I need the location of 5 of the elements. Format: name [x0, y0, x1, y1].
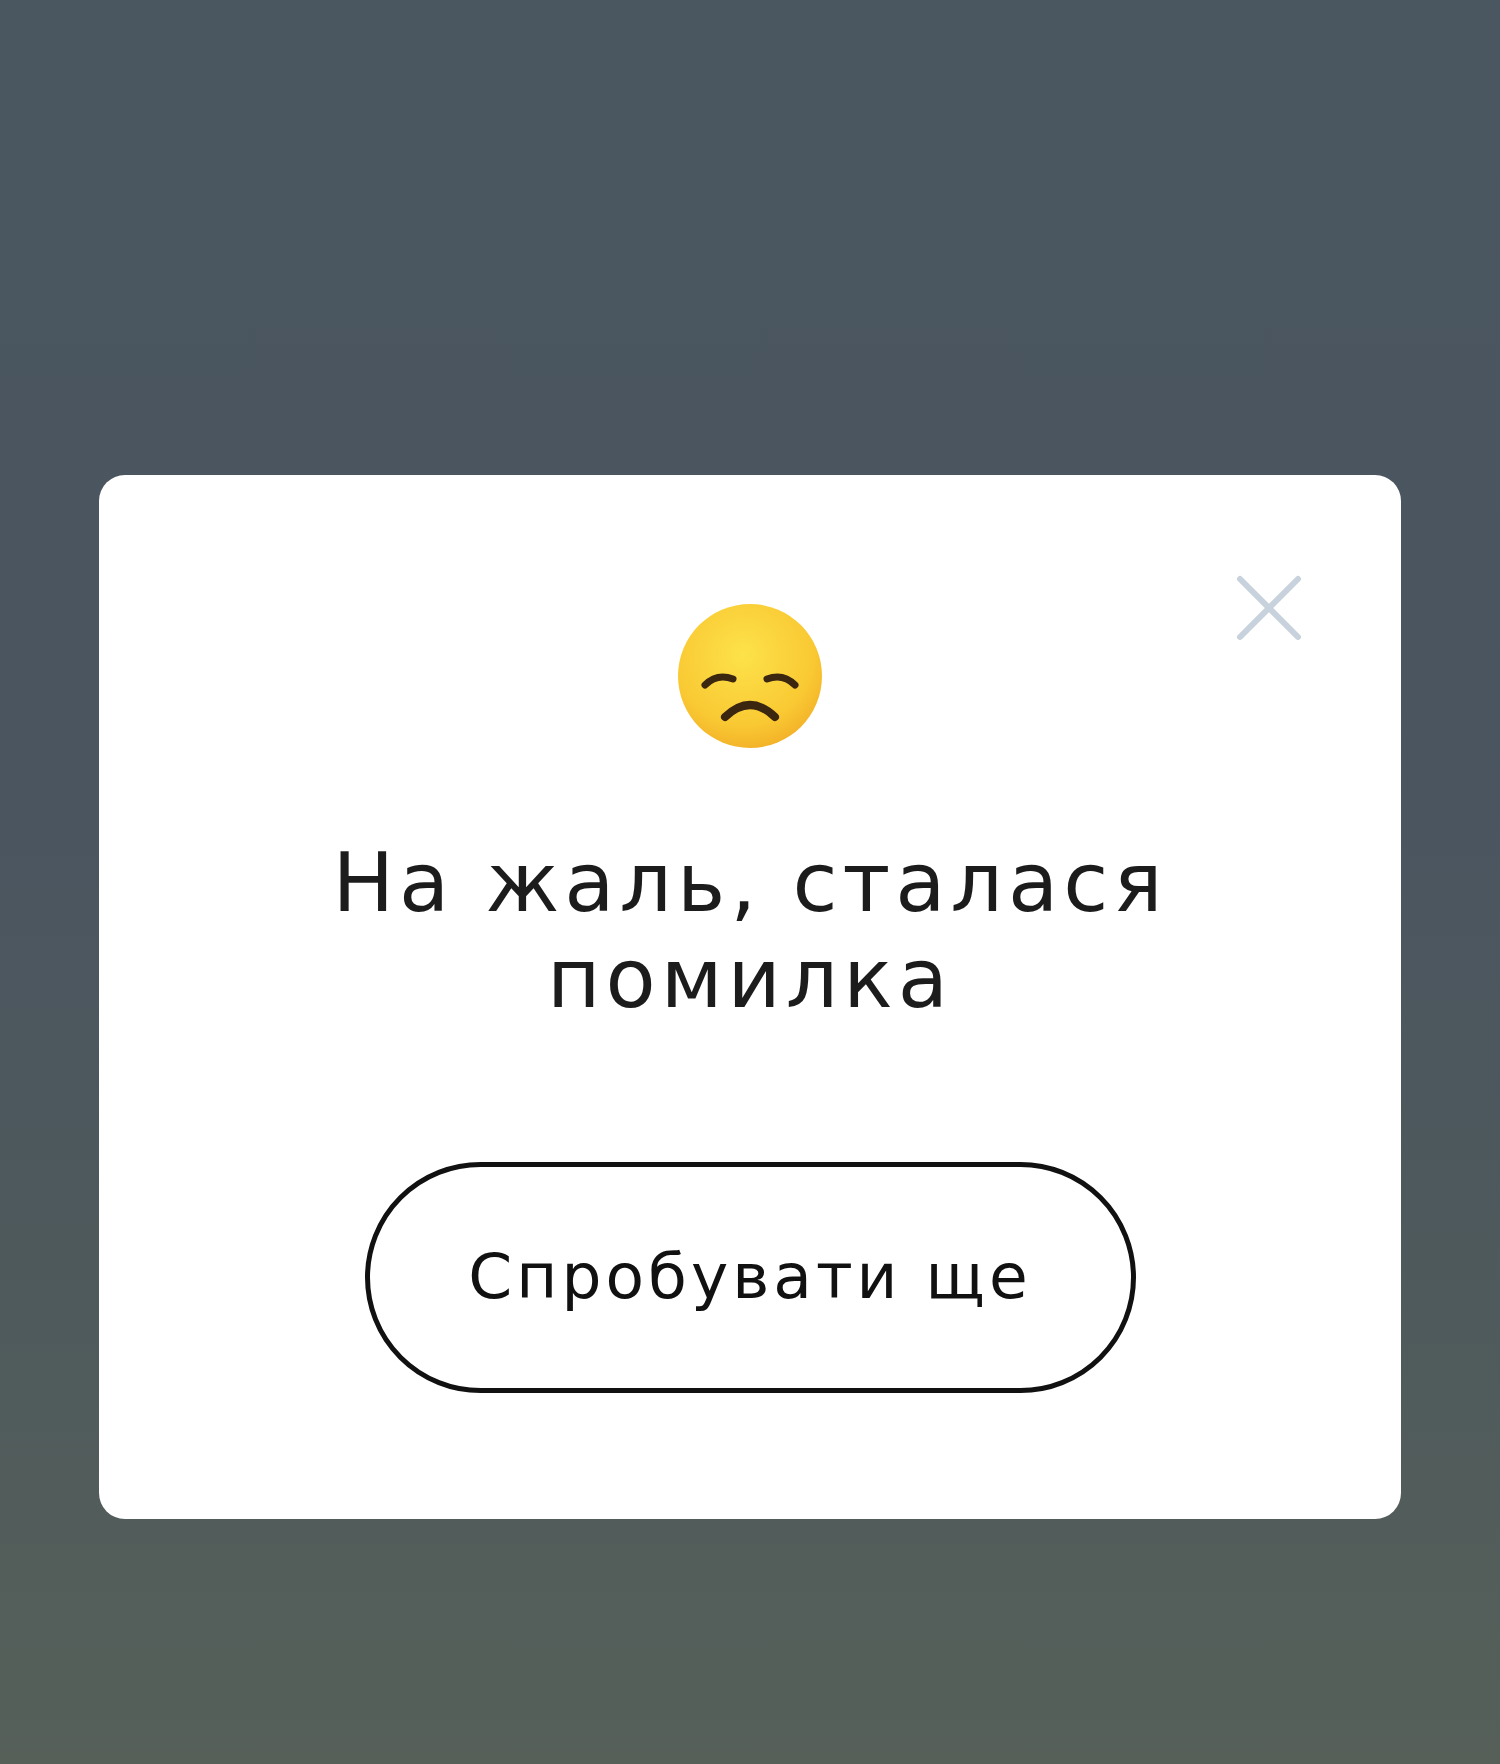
- sad-face-icon: [677, 603, 823, 749]
- close-icon: [1236, 575, 1302, 641]
- dialog-title: На жаль, сталася помилка: [331, 835, 1169, 1027]
- close-button[interactable]: [1236, 575, 1302, 641]
- retry-button[interactable]: Спробувати ще: [364, 1162, 1136, 1393]
